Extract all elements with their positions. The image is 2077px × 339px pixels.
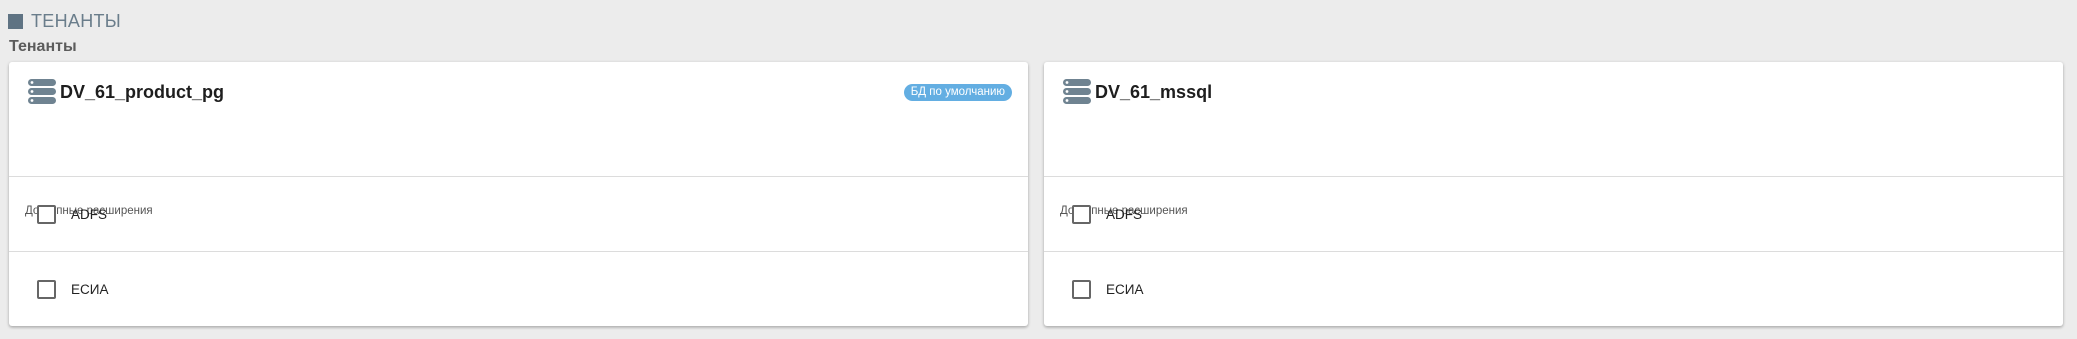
tenant-card-header: DV_61_product_pg bbox=[26, 78, 224, 106]
square-icon bbox=[8, 13, 23, 29]
extension-row-adfs[interactable]: ADFS bbox=[9, 176, 1028, 251]
tenant-card: DV_61_mssql Доступные расширения ADFS ЕС… bbox=[1044, 62, 2063, 326]
extension-label: ЕСИА bbox=[71, 281, 109, 297]
tenant-card-header: DV_61_mssql bbox=[1061, 78, 1212, 106]
extension-row-adfs[interactable]: ADFS bbox=[1044, 176, 2063, 251]
checkbox-icon[interactable] bbox=[1072, 204, 1091, 224]
section-title: ТЕНАНТЫ bbox=[31, 10, 122, 31]
checkbox-icon[interactable] bbox=[37, 279, 56, 299]
section-header: ТЕНАНТЫ bbox=[8, 10, 121, 32]
extension-label: ADFS bbox=[1106, 206, 1143, 222]
extension-row-esia[interactable]: ЕСИА bbox=[9, 251, 1028, 326]
extension-label: ADFS bbox=[71, 206, 108, 222]
checkbox-icon[interactable] bbox=[1072, 279, 1091, 299]
tenant-name: DV_61_mssql bbox=[1095, 81, 1213, 102]
default-db-badge: БД по умолчанию bbox=[903, 84, 1012, 101]
database-server-icon bbox=[28, 79, 56, 104]
extension-row-esia[interactable]: ЕСИА bbox=[1044, 251, 2063, 326]
extension-label: ЕСИА bbox=[1106, 281, 1144, 297]
database-server-icon bbox=[1063, 79, 1091, 104]
checkbox-icon[interactable] bbox=[37, 204, 56, 224]
page-subtitle: Тенанты bbox=[9, 38, 77, 55]
tenant-card: DV_61_product_pg БД по умолчанию Доступн… bbox=[9, 62, 1028, 326]
tenant-name: DV_61_product_pg bbox=[60, 81, 225, 102]
